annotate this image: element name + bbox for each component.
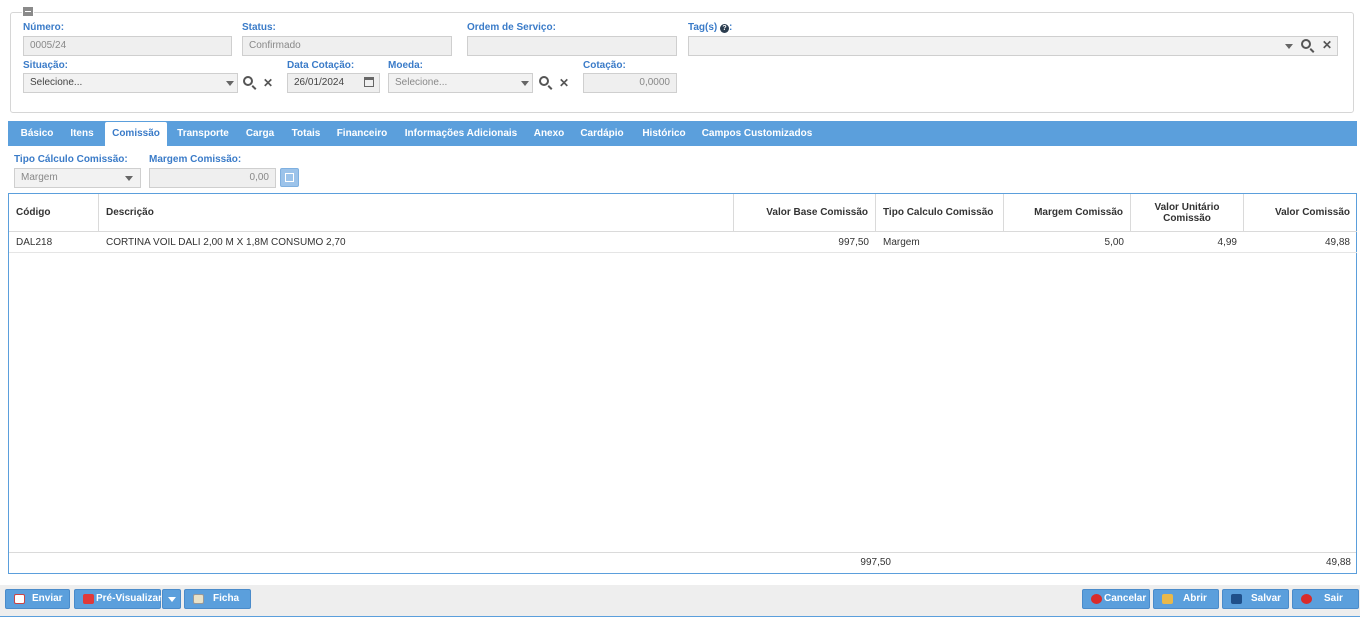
tab-campos-customizados[interactable]: Campos Customizados (698, 121, 816, 146)
mail-icon (14, 594, 25, 604)
tab-cardapio[interactable]: Cardápio (576, 121, 628, 146)
summary-divider (9, 552, 1356, 553)
cancel-icon (1091, 594, 1102, 604)
ordem-servico-field[interactable] (467, 36, 677, 56)
tab-financeiro[interactable]: Financeiro (332, 121, 392, 146)
cell-valor-unitario: 4,99 (1131, 232, 1244, 253)
calendar-icon[interactable] (364, 77, 374, 87)
tab-informacoes-adicionais[interactable]: Informações Adicionais (400, 121, 522, 146)
enviar-button[interactable]: Enviar (5, 589, 70, 609)
moeda-select[interactable]: Selecione... (388, 73, 533, 93)
tab-anexo[interactable]: Anexo (528, 121, 570, 146)
cell-valor-comissao: 49,88 (1244, 232, 1357, 253)
help-icon[interactable]: ? (720, 24, 730, 33)
col-header-descricao[interactable]: Descrição (99, 194, 734, 232)
commission-grid: Código Descrição Valor Base Comissão Tip… (8, 193, 1357, 574)
total-valor-base: 997,50 (860, 557, 891, 568)
numero-label: Número: (23, 22, 65, 33)
col-header-valor-base[interactable]: Valor Base Comissão (734, 194, 876, 232)
tags-clear-icon[interactable]: ✕ (1322, 39, 1332, 51)
tags-dropdown-icon[interactable] (1285, 44, 1293, 49)
margem-comissao-field[interactable]: 0,00 (149, 168, 276, 188)
tab-historico[interactable]: Histórico (636, 121, 692, 146)
col-header-codigo[interactable]: Código (9, 194, 99, 232)
tab-itens[interactable]: Itens (65, 121, 99, 146)
moeda-search-icon[interactable] (539, 76, 549, 86)
tab-transporte[interactable]: Transporte (172, 121, 234, 146)
save-icon (1231, 594, 1242, 604)
collapse-icon[interactable] (22, 7, 34, 17)
tab-bar: Básico Itens Comissão Transporte Carga T… (8, 121, 1357, 146)
tags-label: Tag(s) ?: (688, 22, 733, 33)
tags-field[interactable] (688, 36, 1338, 56)
moeda-dropdown-icon[interactable] (521, 81, 529, 86)
situacao-search-icon[interactable] (243, 76, 253, 86)
tab-carga[interactable]: Carga (240, 121, 280, 146)
cancelar-button[interactable]: Cancelar (1082, 589, 1150, 609)
exit-icon (1301, 594, 1312, 604)
data-cotacao-label: Data Cotação: (287, 60, 355, 71)
situacao-clear-icon[interactable]: ✕ (263, 77, 273, 89)
cell-tipo-calculo: Margem (876, 232, 1004, 253)
salvar-button[interactable]: Salvar (1222, 589, 1289, 609)
pre-visualizar-menu-button[interactable] (162, 589, 181, 609)
cell-valor-base: 997,50 (734, 232, 876, 253)
cell-codigo: DAL218 (9, 232, 99, 253)
situacao-dropdown-icon[interactable] (226, 81, 234, 86)
cotacao-field[interactable]: 0,0000 (583, 73, 677, 93)
clipboard-icon (193, 594, 204, 604)
total-valor-comissao: 49,88 (1325, 557, 1351, 568)
situacao-label: Situação: (23, 60, 69, 71)
margem-comissao-label: Margem Comissão: (149, 154, 242, 165)
chevron-down-icon (168, 597, 176, 602)
tipo-calculo-select[interactable]: Margem (14, 168, 141, 188)
copy-icon (285, 173, 294, 182)
moeda-label: Moeda: (388, 60, 423, 71)
tab-basico[interactable]: Básico (13, 121, 61, 146)
col-header-margem[interactable]: Margem Comissão (1004, 194, 1131, 232)
tags-search-icon[interactable] (1301, 39, 1311, 49)
unlock-icon (1162, 594, 1173, 604)
cell-descricao: CORTINA VOIL DALI 2,00 M X 1,8M CONSUMO … (99, 232, 734, 253)
cell-margem: 5,00 (1004, 232, 1131, 253)
numero-field[interactable]: 0005/24 (23, 36, 232, 56)
status-label: Status: (242, 22, 276, 33)
sair-button[interactable]: Sair (1292, 589, 1359, 609)
tipo-calculo-dropdown-icon[interactable] (125, 176, 133, 181)
cotacao-label: Cotação: (583, 60, 626, 71)
abrir-button[interactable]: Abrir (1153, 589, 1219, 609)
tipo-calculo-label: Tipo Cálculo Comissão: (14, 154, 128, 165)
col-header-tipo-calculo[interactable]: Tipo Calculo Comissão (876, 194, 1004, 232)
situacao-select[interactable]: Selecione... (23, 73, 238, 93)
tab-comissao[interactable]: Comissão (105, 122, 167, 146)
status-field[interactable]: Confirmado (242, 36, 452, 56)
ordem-servico-label: Ordem de Serviço: (467, 22, 556, 33)
moeda-clear-icon[interactable]: ✕ (559, 77, 569, 89)
col-header-valor-comissao[interactable]: Valor Comissão (1244, 194, 1357, 232)
tab-totais[interactable]: Totais (286, 121, 326, 146)
ficha-button[interactable]: Ficha (184, 589, 251, 609)
pre-visualizar-button[interactable]: Pré-Visualizar (74, 589, 162, 609)
apply-margin-button[interactable] (280, 168, 299, 187)
header-fieldset (10, 12, 1354, 113)
col-header-valor-unitario[interactable]: Valor Unitário Comissão (1131, 194, 1244, 232)
pdf-icon (83, 594, 94, 604)
